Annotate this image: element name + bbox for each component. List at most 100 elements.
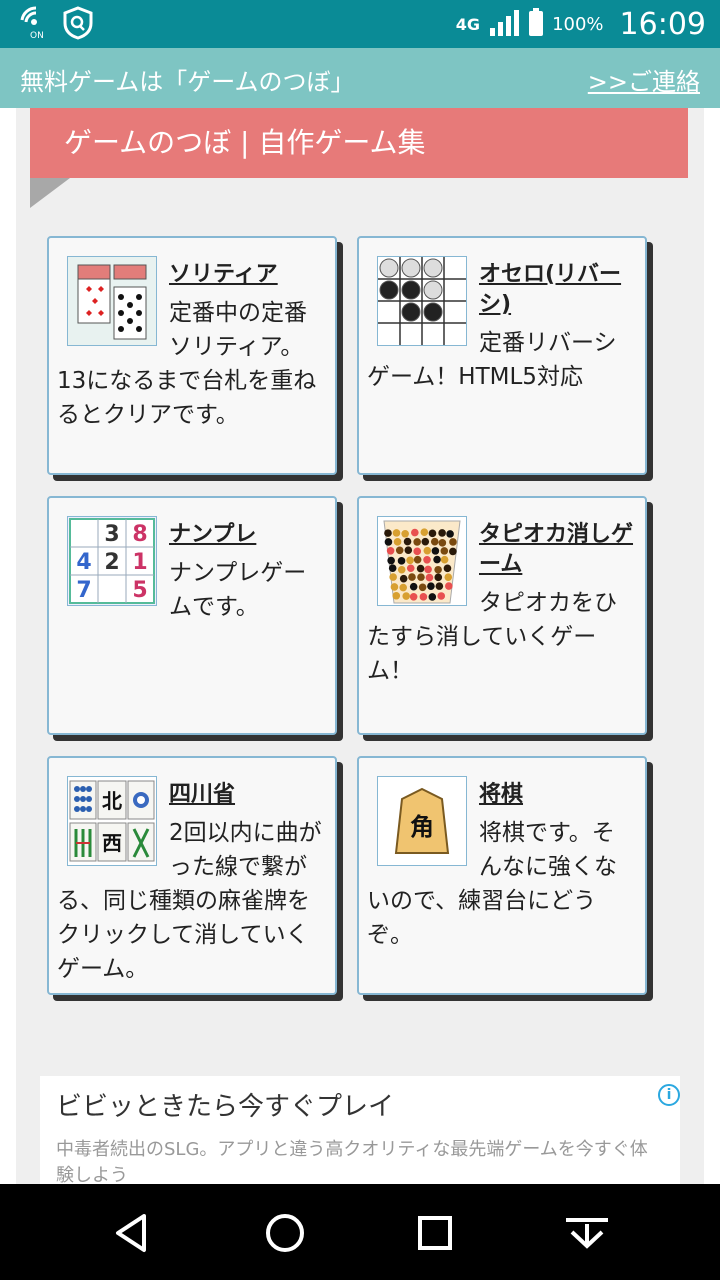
svg-text:7: 7 [76,578,91,603]
tapioca-pearl [409,592,418,601]
tapioca-pearl [384,538,393,546]
battery-icon [528,8,544,40]
tapioca-thumbnail [377,516,467,606]
tapioca-pearl [435,582,444,590]
tapioca-pearl [390,583,399,591]
game-card-shogi[interactable]: 角 将棋 将棋です。そんなに強くないので、練習台にどうぞ。 [357,756,647,995]
site-header: 無料ゲームは「ゲームのつぼ」 >>ご連絡 [0,48,720,108]
mahjong-thumbnail: 北 西 [67,776,157,866]
wifi-calling-icon: ON [18,6,50,44]
tapioca-pearl [406,556,414,565]
network-type: 4G [455,14,481,34]
ribbon-fold [30,178,70,208]
tapioca-pearl [413,547,422,556]
tapioca-pearl [440,555,449,564]
tapioca-pearl [438,539,447,547]
svg-text:西: 西 [102,831,122,855]
solitaire-thumbnail [67,256,157,346]
signal-icon [488,8,520,40]
svg-text:4: 4 [76,550,91,575]
ad-info-icon[interactable]: i [658,1084,680,1106]
svg-text:8: 8 [132,522,147,547]
tapioca-pearl [406,564,415,573]
tapioca-pearl [399,574,408,583]
tapioca-pearl [404,546,413,554]
tapioca-pearl [403,537,412,546]
hide-keyboard-button[interactable] [562,1208,612,1258]
status-bar: ON 4G 100% 16:09 [0,0,720,48]
svg-text:1: 1 [132,550,147,575]
tapioca-pearl [388,564,397,572]
tapioca-pearl [424,565,432,574]
game-card-nanpure[interactable]: 3 8 4 2 1 7 5 ナンプレ ナンプレゲームです。 [47,496,337,735]
back-button[interactable] [108,1208,158,1258]
page-content: ゲームのつぼ | 自作ゲーム集 ソリティア 定番中の定番ソリティア。13になるま… [0,108,720,1184]
svg-text:北: 北 [102,789,122,813]
tapioca-pearl [438,529,446,537]
home-button[interactable] [260,1208,310,1258]
tapioca-pearl [446,530,454,538]
tapioca-pearl [389,573,397,581]
tapioca-pearl [413,555,422,564]
tapioca-pearl [395,546,404,555]
tapioca-pearl [408,573,416,581]
tapioca-pearl [392,591,401,600]
tapioca-pearl [428,593,437,601]
tapioca-pearl [387,556,395,565]
recents-button[interactable] [410,1208,460,1258]
tapioca-pearl [416,564,425,573]
tapioca-pearl [386,547,395,555]
tapioca-pearl [437,592,446,600]
svg-text:5: 5 [132,578,147,603]
game-card-othello[interactable]: オセロ(リバーシ) 定番リバーシゲーム！HTML5対応 [357,236,647,475]
nav-bar [0,1184,720,1280]
hide-keyboard-icon [566,1218,608,1249]
ad-description: 中毒者続出のSLG。アプリと違う高クオリティな最先端ゲームを今すぐ体験しよう [56,1139,648,1184]
tapioca-pearl [423,546,432,555]
ad-banner[interactable]: ビビッときたら今すぐプレイ 中毒者続出のSLG。アプリと違う高クオリティな最先端… [40,1076,680,1184]
tapioca-pearl [427,582,435,590]
shogi-thumbnail: 角 [377,776,467,866]
svg-text:3: 3 [104,522,119,547]
tapioca-pearl [409,582,418,591]
game-card-solitaire[interactable]: ソリティア 定番中の定番ソリティア。13になるまで台札を重ねるとクリアです。 [47,236,337,475]
battery-percent: 100% [552,13,604,35]
tapioca-pearl [392,529,401,537]
home-icon [266,1214,304,1252]
tapioca-pearl [397,557,406,565]
clock: 16:09 [619,6,706,42]
tapioca-pearl [413,538,421,546]
tapioca-pearl [401,529,409,538]
tapioca-pearl [440,547,449,555]
othello-thumbnail [377,256,467,346]
tapioca-pearl [430,537,439,546]
tapioca-pearl [420,528,429,536]
tapioca-pearl [393,538,402,546]
svg-text:角: 角 [410,813,434,841]
section-title: ゲームのつぼ | 自作ゲーム集 [30,108,688,178]
tapioca-pearl [384,529,392,537]
tapioca-pearl [428,529,437,538]
tapioca-pearl [425,573,434,582]
tapioca-pearl [443,564,452,573]
tapioca-pearl [419,593,428,601]
contact-link[interactable]: >>ご連絡 [588,62,700,97]
game-card-tapioca[interactable]: タピオカ消しゲーム タピオカをひたすら消していくゲーム！ [357,496,647,735]
site-title: 無料ゲームは「ゲームのつぼ」 [20,68,355,96]
tapioca-pearl [399,583,408,592]
tapioca-pearl [444,573,453,581]
game-card-shisensho[interactable]: 北 西 四川省 2回以内に曲がった線で繋がる、同じ種類の麻雀牌をクリックして消し… [47,756,337,995]
tapioca-pearl [397,565,406,574]
tapioca-pearl [402,592,411,600]
tapioca-pearl [433,555,441,564]
back-icon [116,1214,146,1252]
tapioca-pearl [423,555,431,564]
tapioca-pearl [434,565,442,574]
tapioca-pearl [417,573,425,581]
tapioca-pearl [411,528,419,537]
tapioca-pearl [434,573,443,582]
tapioca-pearl [418,583,427,592]
shield-search-icon [62,6,94,44]
svg-text:2: 2 [104,550,119,575]
ad-title[interactable]: ビビッときたら今すぐプレイ [56,1086,664,1123]
